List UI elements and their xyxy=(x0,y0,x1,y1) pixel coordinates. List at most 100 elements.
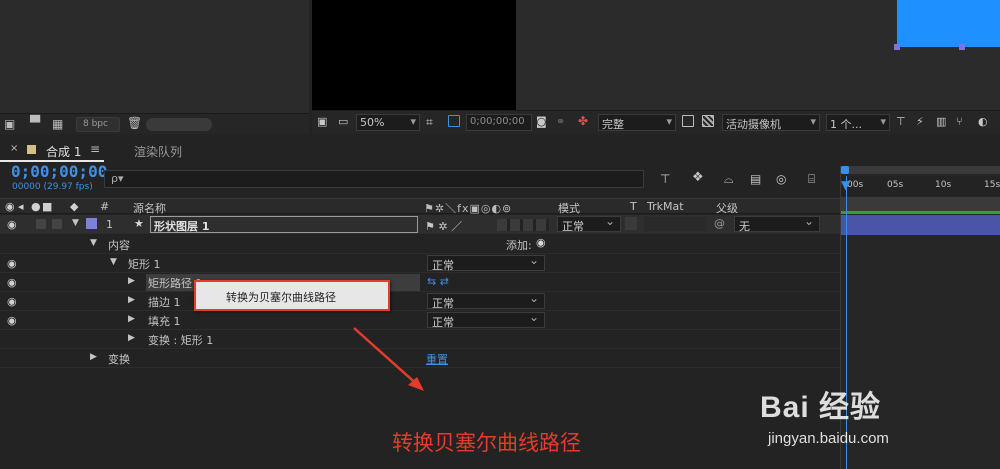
shape-handle[interactable] xyxy=(894,44,900,50)
layer-search-input[interactable]: ρ▾ xyxy=(104,170,644,188)
motion-blur-icon[interactable]: ◎ xyxy=(776,172,786,186)
expand-path-icon[interactable]: ▶ xyxy=(128,276,135,286)
draft-3d-icon[interactable]: ❖ xyxy=(692,170,704,185)
delete-icon[interactable]: 🗑 xyxy=(127,116,142,130)
fill-mode-select[interactable]: 正常 xyxy=(427,310,545,329)
label-icon[interactable]: ◆ xyxy=(70,200,78,213)
exposure-icon[interactable]: ◐ xyxy=(978,115,988,128)
stroke-mode-select[interactable]: 正常 xyxy=(427,291,545,310)
expand-rect-icon[interactable]: ▼ xyxy=(110,257,117,267)
pickwhip-icon[interactable]: @ xyxy=(714,217,725,230)
resolution-select[interactable]: 完整 xyxy=(598,114,676,131)
annotation-arrow xyxy=(353,327,424,391)
contents-row[interactable]: ▼ 内容 添加: ◉ xyxy=(0,235,840,254)
expand-fill-icon[interactable]: ▶ xyxy=(128,314,135,324)
project-scroll[interactable] xyxy=(146,118,212,131)
time-ruler[interactable]: 00s 05s 10s 15s xyxy=(841,176,1000,196)
expand-transform-rect-icon[interactable]: ▶ xyxy=(128,333,135,343)
column-source-name[interactable]: 源名称 xyxy=(133,200,166,216)
convert-to-bezier-menu-item[interactable]: 转换为贝塞尔曲线路径 xyxy=(226,289,336,305)
layer-mode-select[interactable]: 正常 xyxy=(557,214,621,233)
ruler-label-15: 15s xyxy=(984,180,1000,190)
add-play-icon[interactable]: ◉ xyxy=(536,236,546,249)
solo-box[interactable] xyxy=(36,219,46,229)
new-composition-icon[interactable]: ▦ xyxy=(52,117,63,131)
eye-icon[interactable]: ◉ xyxy=(7,314,17,327)
layer-name[interactable]: 形状图层 1 xyxy=(150,216,418,233)
views-select[interactable]: 1 个... xyxy=(826,114,890,131)
flowchart-icon[interactable]: ⑂ xyxy=(956,115,963,128)
shape-handle[interactable] xyxy=(959,44,965,50)
parent-select[interactable]: 无 xyxy=(734,214,820,233)
camera-select[interactable]: 活动摄像机 xyxy=(722,114,820,131)
cti-head-icon[interactable]: ▼ xyxy=(841,178,850,192)
work-area-bar[interactable] xyxy=(841,197,1000,211)
color-channels-icon[interactable]: ✤ xyxy=(578,114,588,128)
layer-switches-icons[interactable]: ⚑ ✲ ／ xyxy=(425,218,462,234)
fast-previews-icon[interactable]: ⚡ xyxy=(916,115,924,128)
expand-layer-icon[interactable]: ▼ xyxy=(72,218,79,228)
rectangle-group-row[interactable]: ◉ ▼ 矩形 1 正常 xyxy=(0,253,840,273)
composition-mini-flowchart-icon[interactable]: ⊤ xyxy=(660,172,670,186)
eye-icon[interactable]: ◉ xyxy=(7,218,17,231)
rect-path-row[interactable]: ◉ ▶ 矩形路径 1 ⇆ ⇄ xyxy=(0,273,840,292)
expand-transform-icon[interactable]: ▶ xyxy=(90,352,97,362)
timeline-icon[interactable]: ▥ xyxy=(936,115,946,128)
tab-menu-icon[interactable]: ≡ xyxy=(90,142,100,156)
lock-switch-icon[interactable]: ■ xyxy=(42,200,52,213)
expand-contents-icon[interactable]: ▼ xyxy=(90,238,97,248)
layer-label-color[interactable] xyxy=(86,218,97,229)
new-folder-icon[interactable]: ▀ xyxy=(30,116,40,131)
current-time-display[interactable]: 0;00;00;00 xyxy=(11,162,107,181)
zoom-select[interactable]: 50% xyxy=(356,114,420,131)
annotation-text: 转换贝塞尔曲线路径 xyxy=(392,431,581,455)
audio-switch-icon[interactable]: ◂ xyxy=(18,200,24,213)
transparency-grid-icon[interactable] xyxy=(702,115,714,127)
frame-blending-icon[interactable]: ▤ xyxy=(750,172,761,186)
layer-switch-boxes[interactable] xyxy=(497,219,549,231)
navigator-start-handle[interactable] xyxy=(841,166,849,174)
interpret-footage-icon[interactable]: ▣ xyxy=(4,117,15,131)
column-trkmat: TrkMat xyxy=(647,200,684,213)
snapshot-icon[interactable]: ◙ xyxy=(536,115,547,128)
eye-icon[interactable]: ◉ xyxy=(7,276,17,289)
ruler-label-5: 05s xyxy=(887,180,904,190)
trkmat-field[interactable] xyxy=(644,217,706,231)
lock-box[interactable] xyxy=(52,219,62,229)
viewer-canvas[interactable] xyxy=(312,0,516,110)
tab-render-queue[interactable]: 渲染队列 xyxy=(134,143,182,160)
bpc-button[interactable]: 8 bpc xyxy=(76,117,120,132)
eye-icon[interactable]: ◉ xyxy=(7,295,17,308)
safe-zones-icon[interactable]: ⌗ xyxy=(426,115,433,130)
always-preview-icon[interactable]: ▣ xyxy=(317,115,327,128)
toggle-pixel-aspect-icon[interactable]: ⊤ xyxy=(896,115,906,128)
rectangle-shape[interactable] xyxy=(897,0,1000,47)
solo-switch-icon[interactable]: ● xyxy=(31,200,41,213)
video-switch-icon[interactable]: ◉ xyxy=(5,200,15,213)
viewer-toolbar: ▣ ▭ 50% ⌗ 0;00;00;00 ◙ ⚭ ✤ 完整 活动摄像机 1 个.… xyxy=(312,110,1000,134)
region-of-interest-icon[interactable] xyxy=(682,115,694,127)
layer-row[interactable]: ◉ ▼ 1 ★ 形状图层 1 ⚑ ✲ ／ 正常 @ 无 xyxy=(0,214,840,234)
timeline-tab-bar: × 合成 1 ≡ 渲染队列 xyxy=(0,137,1000,161)
watermark-brand: Bai 经验 xyxy=(760,391,882,424)
rect-mode-select[interactable]: 正常 xyxy=(427,253,545,272)
layer-duration-bar[interactable] xyxy=(841,215,1000,235)
stroke-row[interactable]: ◉ ▶ 描边 1 正常 xyxy=(0,291,840,311)
eye-icon[interactable]: ◉ xyxy=(7,257,17,270)
show-snapshot-icon[interactable]: ⚭ xyxy=(556,115,565,128)
current-time-box[interactable]: 0;00;00;00 xyxy=(466,114,532,131)
graph-editor-icon[interactable]: ⌸ xyxy=(808,172,815,187)
time-navigator[interactable] xyxy=(841,166,1000,174)
hide-shy-layers-icon[interactable]: ⌓ xyxy=(724,172,734,187)
expand-stroke-icon[interactable]: ▶ xyxy=(128,295,135,305)
transform-rect-label: 变换 : 矩形 1 xyxy=(148,334,214,347)
path-direction-icon[interactable]: ⇆ ⇄ xyxy=(427,275,449,288)
preserve-transparency-box[interactable] xyxy=(625,217,637,230)
stroke-label: 描边 1 xyxy=(148,296,181,309)
mask-visibility-icon[interactable] xyxy=(448,115,460,127)
search-icon: ρ▾ xyxy=(111,172,124,185)
add-label[interactable]: 添加: xyxy=(506,237,532,253)
tab-composition-1[interactable]: 合成 1 xyxy=(46,143,81,160)
monitor-icon[interactable]: ▭ xyxy=(338,115,348,128)
close-tab-icon[interactable]: × xyxy=(10,143,18,154)
